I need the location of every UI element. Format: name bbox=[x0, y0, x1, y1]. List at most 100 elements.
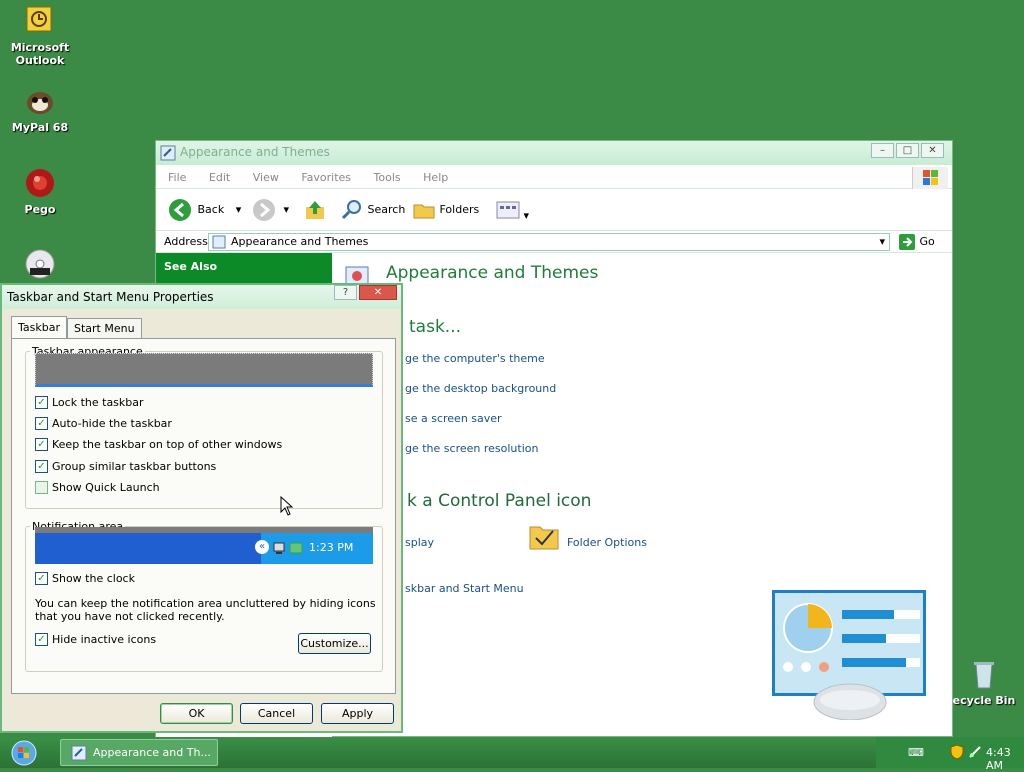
task-link-theme[interactable]: ge the computer's theme bbox=[405, 352, 545, 365]
back-dropdown-icon[interactable]: ▾ bbox=[236, 203, 242, 216]
views-button[interactable]: ▾ bbox=[496, 201, 529, 222]
address-dropdown-icon[interactable]: ▾ bbox=[879, 235, 885, 248]
task-link-screensaver[interactable]: se a screen saver bbox=[405, 412, 502, 425]
menu-favorites[interactable]: Favorites bbox=[301, 171, 351, 184]
address-input[interactable]: Appearance and Themes ▾ bbox=[208, 233, 890, 251]
system-clock[interactable]: 4:43 AM bbox=[986, 746, 1024, 772]
dialog-title-bar[interactable]: Taskbar and Start Menu Properties ? ✕ bbox=[2, 285, 401, 309]
tab-bar: Taskbar Start Menu bbox=[11, 316, 142, 339]
show-clock-checkbox[interactable]: ✓ Show the clock bbox=[35, 572, 135, 585]
maximize-button[interactable]: □ bbox=[896, 143, 919, 158]
taskbar-properties-dialog[interactable]: Taskbar and Start Menu Properties ? ✕ Ta… bbox=[0, 283, 403, 733]
search-label: Search bbox=[367, 203, 406, 216]
go-arrow-icon bbox=[899, 234, 915, 250]
cp-link-taskbar[interactable]: skbar and Start Menu bbox=[405, 582, 524, 595]
auto-hide-checkbox[interactable]: ✓ Auto-hide the taskbar bbox=[35, 417, 172, 430]
desktop-icon-dvd[interactable] bbox=[0, 248, 80, 284]
close-icon: ✕ bbox=[928, 145, 937, 156]
cp-link-display[interactable]: splay bbox=[405, 536, 434, 549]
control-panel-icon bbox=[71, 745, 87, 761]
desktop-icon-pego[interactable]: Pego bbox=[0, 167, 80, 216]
page-heading: Appearance and Themes bbox=[386, 263, 599, 283]
mypal-icon bbox=[24, 85, 56, 117]
desktop-icon-label: Microsoft Outlook bbox=[10, 41, 70, 67]
checkbox-lock[interactable]: ✓ bbox=[35, 396, 48, 409]
dialog-close-button[interactable]: ✕ bbox=[359, 285, 397, 300]
forward-arrow-icon bbox=[253, 199, 275, 221]
show-hidden-icons-icon: « bbox=[255, 540, 269, 554]
menu-file[interactable]: File bbox=[168, 171, 186, 184]
pego-icon bbox=[24, 167, 56, 199]
windows-logo-icon bbox=[912, 167, 948, 189]
address-label: Address bbox=[164, 235, 208, 248]
menu-bar: File Edit View Favorites Tools Help bbox=[156, 165, 952, 189]
task-link-background[interactable]: ge the desktop background bbox=[405, 382, 556, 395]
lock-taskbar-label: Lock the taskbar bbox=[52, 396, 144, 409]
desktop-icon-recycle-bin[interactable]: ecycle Bin bbox=[944, 658, 1024, 707]
up-folder-button[interactable] bbox=[304, 199, 326, 224]
security-shield-icon[interactable] bbox=[950, 744, 964, 760]
keep-on-top-checkbox[interactable]: ✓ Keep the taskbar on top of other windo… bbox=[35, 438, 282, 451]
checkbox-hide-inactive[interactable]: ✓ bbox=[35, 633, 48, 646]
customize-button[interactable]: Customize... bbox=[298, 633, 371, 654]
close-button[interactable]: ✕ bbox=[921, 143, 944, 158]
hide-inactive-checkbox[interactable]: ✓ Hide inactive icons bbox=[35, 633, 156, 646]
taskbar-item-appearance[interactable]: Appearance and Th... bbox=[60, 739, 218, 766]
menu-view[interactable]: View bbox=[253, 171, 279, 184]
views-dropdown-icon: ▾ bbox=[523, 209, 530, 222]
checkbox-auto-hide[interactable]: ✓ bbox=[35, 417, 48, 430]
keep-on-top-label: Keep the taskbar on top of other windows bbox=[52, 438, 283, 451]
outlook-icon bbox=[24, 5, 56, 37]
taskbar-item-label: Appearance and Th... bbox=[93, 746, 211, 759]
forward-button[interactable]: ▾ bbox=[252, 198, 289, 222]
keyboard-icon[interactable]: ⌨ bbox=[908, 746, 924, 759]
go-button[interactable]: Go bbox=[898, 233, 935, 251]
minimize-button[interactable]: – bbox=[871, 143, 894, 158]
help-button[interactable]: ? bbox=[334, 285, 357, 300]
close-icon: ✕ bbox=[373, 287, 383, 298]
start-button[interactable] bbox=[6, 739, 42, 766]
checkbox-keep-on-top[interactable]: ✓ bbox=[35, 438, 48, 451]
up-folder-icon bbox=[306, 201, 324, 219]
control-panel-icon bbox=[212, 235, 226, 249]
back-button[interactable]: Back ▾ bbox=[168, 198, 241, 222]
forward-dropdown-icon[interactable]: ▾ bbox=[284, 203, 290, 216]
main-content: Appearance and Themes task... ge the com… bbox=[332, 253, 952, 736]
toolbar: Back ▾ ▾ Search Folders ▾ bbox=[156, 189, 952, 231]
hide-inactive-label: Hide inactive icons bbox=[52, 633, 157, 646]
group-buttons-checkbox[interactable]: ✓ Group similar taskbar buttons bbox=[35, 460, 216, 473]
auto-hide-label: Auto-hide the taskbar bbox=[52, 417, 172, 430]
tab-start-menu[interactable]: Start Menu bbox=[67, 318, 142, 339]
mouse-cursor-icon bbox=[280, 496, 294, 516]
taskbar-appearance-preview bbox=[35, 353, 373, 387]
search-button[interactable]: Search bbox=[340, 198, 405, 222]
lock-taskbar-checkbox[interactable]: ✓ Lock the taskbar bbox=[35, 396, 144, 409]
dialog-title: Taskbar and Start Menu Properties bbox=[7, 290, 214, 304]
menu-tools[interactable]: Tools bbox=[374, 171, 401, 184]
desktop-icon-outlook[interactable]: Microsoft Outlook bbox=[0, 5, 80, 67]
apply-button[interactable]: Apply bbox=[321, 703, 394, 724]
back-arrow-icon bbox=[169, 199, 191, 221]
network-status-icon[interactable] bbox=[968, 745, 982, 759]
explorer-title: Appearance and Themes bbox=[180, 145, 330, 159]
checkbox-group[interactable]: ✓ bbox=[35, 460, 48, 473]
quick-launch-checkbox[interactable]: Show Quick Launch bbox=[35, 481, 160, 494]
desktop-icon-label: MyPal 68 bbox=[11, 121, 69, 134]
menu-help[interactable]: Help bbox=[423, 171, 448, 184]
menu-edit[interactable]: Edit bbox=[209, 171, 230, 184]
checkbox-show-clock[interactable]: ✓ bbox=[35, 572, 48, 585]
desktop-icon-label: ecycle Bin bbox=[952, 694, 1016, 707]
explorer-title-bar[interactable]: Appearance and Themes – □ ✕ bbox=[156, 141, 952, 165]
go-label: Go bbox=[919, 235, 935, 248]
checkbox-quick-launch[interactable] bbox=[35, 481, 48, 494]
folders-button[interactable]: Folders bbox=[412, 198, 479, 222]
taskbar-tab-panel: Taskbar appearance ✓ Lock the taskbar ✓ … bbox=[11, 338, 396, 694]
cp-link-folder-options[interactable]: Folder Options bbox=[567, 536, 647, 549]
tab-taskbar[interactable]: Taskbar bbox=[11, 316, 67, 339]
desktop-icon-mypal[interactable]: MyPal 68 bbox=[0, 85, 80, 134]
task-link-resolution[interactable]: ge the screen resolution bbox=[405, 442, 538, 455]
help-icon: ? bbox=[342, 287, 349, 298]
ok-button[interactable]: OK bbox=[160, 703, 233, 724]
cancel-button[interactable]: Cancel bbox=[240, 703, 313, 724]
views-icon bbox=[496, 201, 520, 219]
